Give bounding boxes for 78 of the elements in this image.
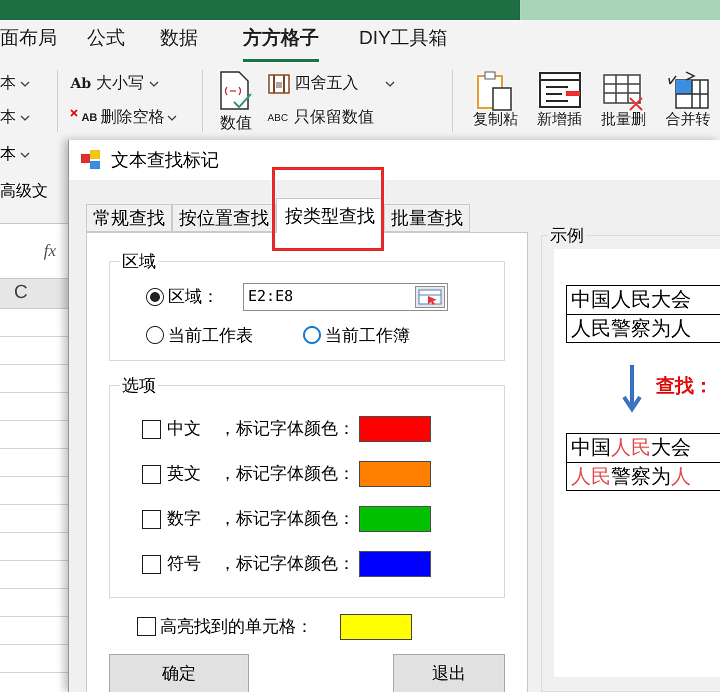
caret-icon <box>149 81 160 87</box>
cross-icon <box>70 109 78 117</box>
radio-button[interactable] <box>303 326 321 344</box>
cell-text: 大会 <box>651 436 691 458</box>
dialog-title: 文本查找标记 <box>111 148 219 172</box>
group-label: 高级文 <box>0 182 49 202</box>
value-button[interactable]: 数值 <box>214 70 258 136</box>
checkbox-label: 高亮找到的单元格： <box>160 616 314 638</box>
caret-icon <box>20 81 30 87</box>
marked-text: 人民 <box>611 436 651 458</box>
color-swatch[interactable] <box>340 614 412 640</box>
table-cell-text: 中国人民大会 <box>570 288 692 312</box>
checkbox-label: 符号 <box>167 553 202 576</box>
color-caption: ，标记字体颜色： <box>219 508 356 530</box>
app-icon <box>81 150 101 170</box>
dialog-tab[interactable]: 按类型查找 <box>276 198 384 233</box>
caret-icon <box>167 115 178 121</box>
color-caption: ，标记字体颜色： <box>219 463 356 486</box>
find-label: 查找： <box>656 375 713 400</box>
group-label: 区域 <box>121 251 157 273</box>
text-menu-button[interactable]: 本 <box>0 106 54 130</box>
table-cell: 人民警察为人 <box>567 314 720 342</box>
ribbon-tab[interactable]: DIY工具箱 <box>359 24 448 62</box>
color-swatch[interactable] <box>359 416 431 442</box>
caret-icon <box>384 81 394 87</box>
trim-menu-button[interactable]: AB 删除空格 <box>70 106 202 130</box>
ribbon-button[interactable]: 批量删 <box>592 70 656 128</box>
checkbox-label: 英文 <box>167 463 202 486</box>
keep-values-button[interactable]: ABC 只保留数值 <box>268 106 452 130</box>
ribbon-button[interactable]: 合并转 <box>656 70 720 128</box>
merge-grid-icon <box>666 70 710 112</box>
radio-option[interactable]: 当前工作簿 <box>303 322 410 348</box>
dialog-tab[interactable]: 批量查找 <box>384 204 470 232</box>
ribbon-tab[interactable]: 方方格子 <box>243 24 319 62</box>
checkbox-label: 中文 <box>167 418 202 440</box>
color-caption: ，标记字体颜色： <box>219 553 356 576</box>
range-input-field[interactable]: E2:E8 <box>243 282 448 310</box>
ribbon-button[interactable]: 复制粘 <box>463 70 528 128</box>
range-picker-icon[interactable] <box>415 286 445 308</box>
checkbox[interactable] <box>142 554 161 574</box>
radio-option[interactable]: 当前工作表 <box>146 322 253 348</box>
ribbon-tab[interactable]: 数据 <box>160 24 198 62</box>
text-menu-button[interactable]: 本 <box>0 140 68 170</box>
dialog-button[interactable]: 退出 <box>393 654 505 692</box>
marked-text: 人 <box>671 466 691 488</box>
column-header: C <box>0 279 68 309</box>
ribbon-tab[interactable]: 面布局 <box>0 24 57 62</box>
radio-button[interactable] <box>146 288 164 306</box>
dialog-tab[interactable]: 常规查找 <box>86 204 172 232</box>
checkbox[interactable] <box>137 617 156 636</box>
caret-icon <box>20 152 30 158</box>
text-menu-button[interactable]: 本 <box>0 72 54 96</box>
radio-option[interactable]: 区域： <box>146 284 219 310</box>
caret-icon <box>20 115 30 121</box>
marked-text: 人民 <box>571 466 611 488</box>
dialog-tab[interactable]: 按位置查找 <box>172 204 276 232</box>
down-arrow-icon <box>622 362 642 412</box>
dialog-button[interactable]: 确定 <box>109 654 249 692</box>
color-swatch[interactable] <box>359 506 431 532</box>
cell-text: 警察为 <box>611 466 671 488</box>
checkbox[interactable] <box>142 464 161 484</box>
group-label: 示例 <box>549 225 585 247</box>
function-label[interactable]: fx <box>44 238 56 264</box>
cell-text: 中国 <box>571 436 611 458</box>
radio-button[interactable] <box>146 326 164 344</box>
case-menu-button[interactable]: Ab 大小写 <box>70 72 202 96</box>
color-swatch[interactable] <box>359 461 431 487</box>
checkbox[interactable] <box>142 510 161 528</box>
table-icon <box>268 74 290 94</box>
ribbon-tab[interactable]: 公式 <box>87 24 125 62</box>
ribbon-button[interactable]: 新增插 <box>527 70 592 128</box>
color-swatch[interactable] <box>359 551 431 577</box>
checkbox-label: 数字 <box>167 508 202 530</box>
group-label: 选项 <box>121 375 157 397</box>
color-caption: ，标记字体颜色： <box>219 418 356 440</box>
round-menu-button[interactable]: 四舍五入 <box>268 72 452 96</box>
document-check-icon <box>218 70 254 112</box>
checkbox[interactable] <box>142 420 161 438</box>
